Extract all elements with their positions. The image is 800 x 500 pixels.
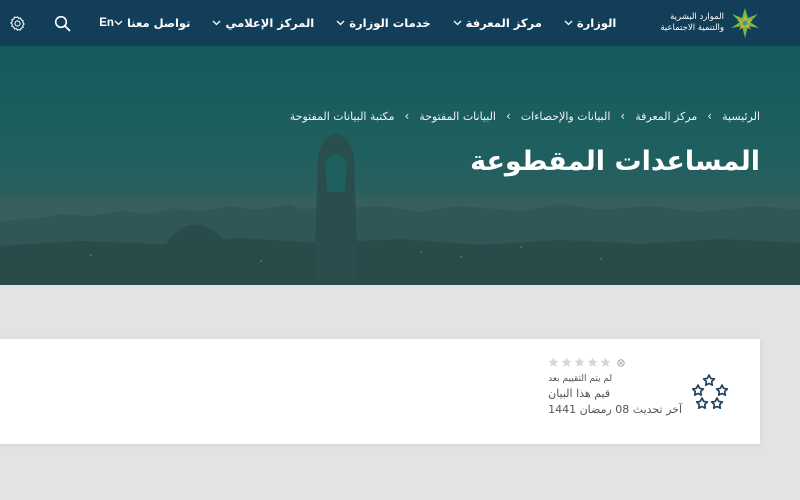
page-title: المساعدات المقطوعة xyxy=(470,146,760,177)
star-icon[interactable] xyxy=(574,357,585,368)
nav-item-media-center[interactable]: المركز الإعلامي xyxy=(212,16,314,30)
ministry-name-line2: والتنمية الاجتماعية xyxy=(660,23,724,33)
ministry-emblem-icon xyxy=(731,8,759,38)
chevron-down-icon xyxy=(336,20,345,26)
search-icon[interactable] xyxy=(54,15,71,32)
nav-item-ministry-services[interactable]: خدمات الوزارة xyxy=(336,16,431,30)
breadcrumb-knowledge-center[interactable]: مركز المعرفة xyxy=(635,110,697,123)
dataset-meta: لم يتم التقييم بعد قيم هذا البيان آخر تح… xyxy=(548,357,682,416)
nav-item-label: مركز المعرفة xyxy=(465,16,542,30)
ministry-name: الموارد البشرية والتنمية الاجتماعية xyxy=(660,12,724,34)
dataset-card: لم يتم التقييم بعد قيم هذا البيان آخر تح… xyxy=(0,339,760,444)
clear-rating-icon[interactable] xyxy=(617,358,625,367)
star-icon[interactable] xyxy=(548,357,559,368)
top-navbar: الموارد البشرية والتنمية الاجتماعية الوز… xyxy=(0,0,800,46)
chevron-left-icon: › xyxy=(506,109,511,123)
open-data-stars-icon xyxy=(692,374,729,409)
breadcrumb: الرئيسية › مركز المعرفة › البيانات والإح… xyxy=(290,109,760,123)
main-menu: الوزارة مركز المعرفة خدمات الوزارة المرك… xyxy=(114,16,616,30)
nav-item-label: تواصل معنا xyxy=(126,16,191,30)
nav-item-ministry[interactable]: الوزارة xyxy=(564,16,616,30)
nav-item-label: المركز الإعلامي xyxy=(225,16,315,30)
chevron-down-icon xyxy=(453,20,462,26)
star-icon[interactable] xyxy=(587,357,598,368)
last-updated: آخر تحديث 08 رمضان 1441 xyxy=(548,403,682,416)
chevron-down-icon xyxy=(212,20,221,26)
star-icon[interactable] xyxy=(561,357,572,368)
language-switch[interactable]: En xyxy=(99,17,114,29)
nav-tools: En xyxy=(9,15,114,32)
nav-item-label: الوزارة xyxy=(576,16,617,30)
breadcrumb-open-data[interactable]: البيانات المفتوحة xyxy=(419,110,496,123)
chevron-down-icon xyxy=(564,20,573,26)
chevron-down-icon xyxy=(114,20,123,26)
breadcrumb-open-data-library[interactable]: مكتبة البيانات المفتوحة xyxy=(290,110,395,123)
nav-item-knowledge-center[interactable]: مركز المعرفة xyxy=(453,16,542,30)
ministry-logo[interactable]: الموارد البشرية والتنمية الاجتماعية xyxy=(660,6,760,40)
rate-dataset-link[interactable]: قيم هذا البيان xyxy=(548,387,610,400)
gear-icon[interactable] xyxy=(9,15,26,32)
nav-item-contact-us[interactable]: تواصل معنا xyxy=(114,16,190,30)
ministry-name-line1: الموارد البشرية xyxy=(670,12,724,22)
dataset-info: لم يتم التقييم بعد قيم هذا البيان آخر تح… xyxy=(548,357,730,416)
star-icon[interactable] xyxy=(600,357,611,368)
hero-banner: الرئيسية › مركز المعرفة › البيانات والإح… xyxy=(0,46,800,285)
chevron-left-icon: › xyxy=(620,109,626,123)
breadcrumb-home[interactable]: الرئيسية xyxy=(722,110,760,123)
chevron-left-icon: › xyxy=(707,109,713,123)
nav-item-label: خدمات الوزارة xyxy=(349,16,431,30)
star-rating xyxy=(548,357,625,368)
chevron-left-icon: › xyxy=(404,109,410,123)
breadcrumb-data-statistics[interactable]: البيانات والإحصاءات xyxy=(521,110,611,123)
rating-status: لم يتم التقييم بعد xyxy=(548,374,613,384)
